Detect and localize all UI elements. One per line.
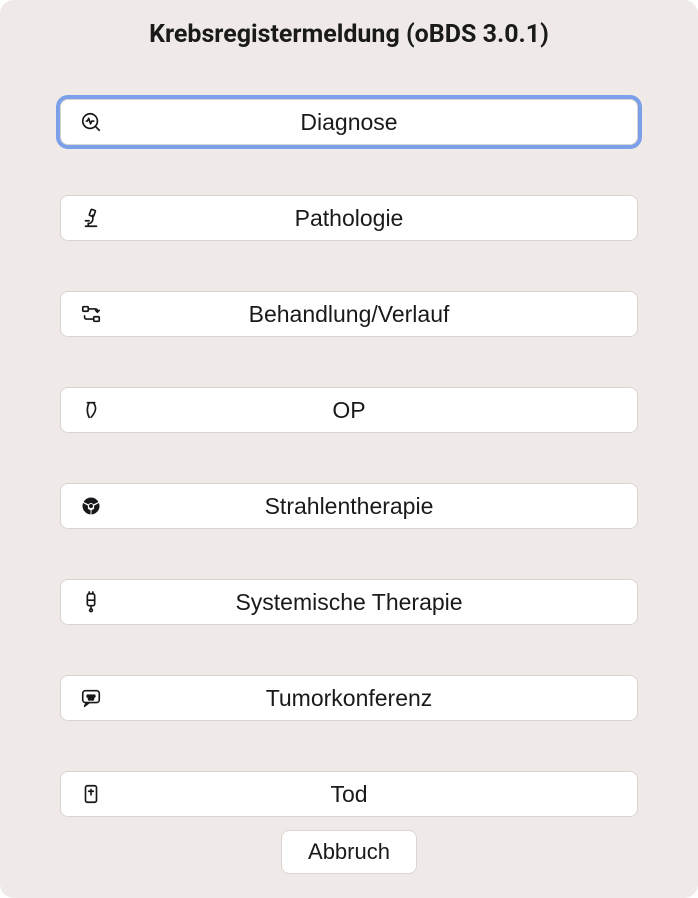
option-systemische[interactable]: Systemische Therapie	[60, 579, 638, 625]
scalpel-icon	[79, 398, 103, 422]
option-label: Diagnose	[300, 109, 397, 136]
dialog-title: Krebsregistermeldung (oBDS 3.0.1)	[0, 20, 698, 49]
option-tod[interactable]: Tod	[60, 771, 638, 817]
option-pathologie[interactable]: Pathologie	[60, 195, 638, 241]
option-tumorkonferenz[interactable]: Tumorkonferenz	[60, 675, 638, 721]
radiation-icon	[79, 494, 103, 518]
option-label: OP	[332, 397, 365, 424]
diagnose-icon	[79, 110, 103, 134]
death-icon	[79, 782, 103, 806]
option-strahlentherapie[interactable]: Strahlentherapie	[60, 483, 638, 529]
option-label: Pathologie	[295, 205, 404, 232]
cancel-button[interactable]: Abbruch	[281, 830, 417, 874]
option-label: Tod	[330, 781, 367, 808]
option-label: Strahlentherapie	[265, 493, 434, 520]
options-list: Diagnose Pathologie	[0, 99, 698, 817]
option-label: Tumorkonferenz	[266, 685, 433, 712]
option-label: Systemische Therapie	[235, 589, 462, 616]
flow-icon	[79, 302, 103, 326]
option-diagnose[interactable]: Diagnose	[60, 99, 638, 145]
option-label: Behandlung/Verlauf	[249, 301, 450, 328]
conference-icon	[79, 686, 103, 710]
option-op[interactable]: OP	[60, 387, 638, 433]
dialog-footer: Abbruch	[0, 830, 698, 874]
microscope-icon	[79, 206, 103, 230]
dialog-window: Krebsregistermeldung (oBDS 3.0.1) Diagno…	[0, 0, 698, 898]
iv-icon	[79, 590, 103, 614]
option-behandlung[interactable]: Behandlung/Verlauf	[60, 291, 638, 337]
